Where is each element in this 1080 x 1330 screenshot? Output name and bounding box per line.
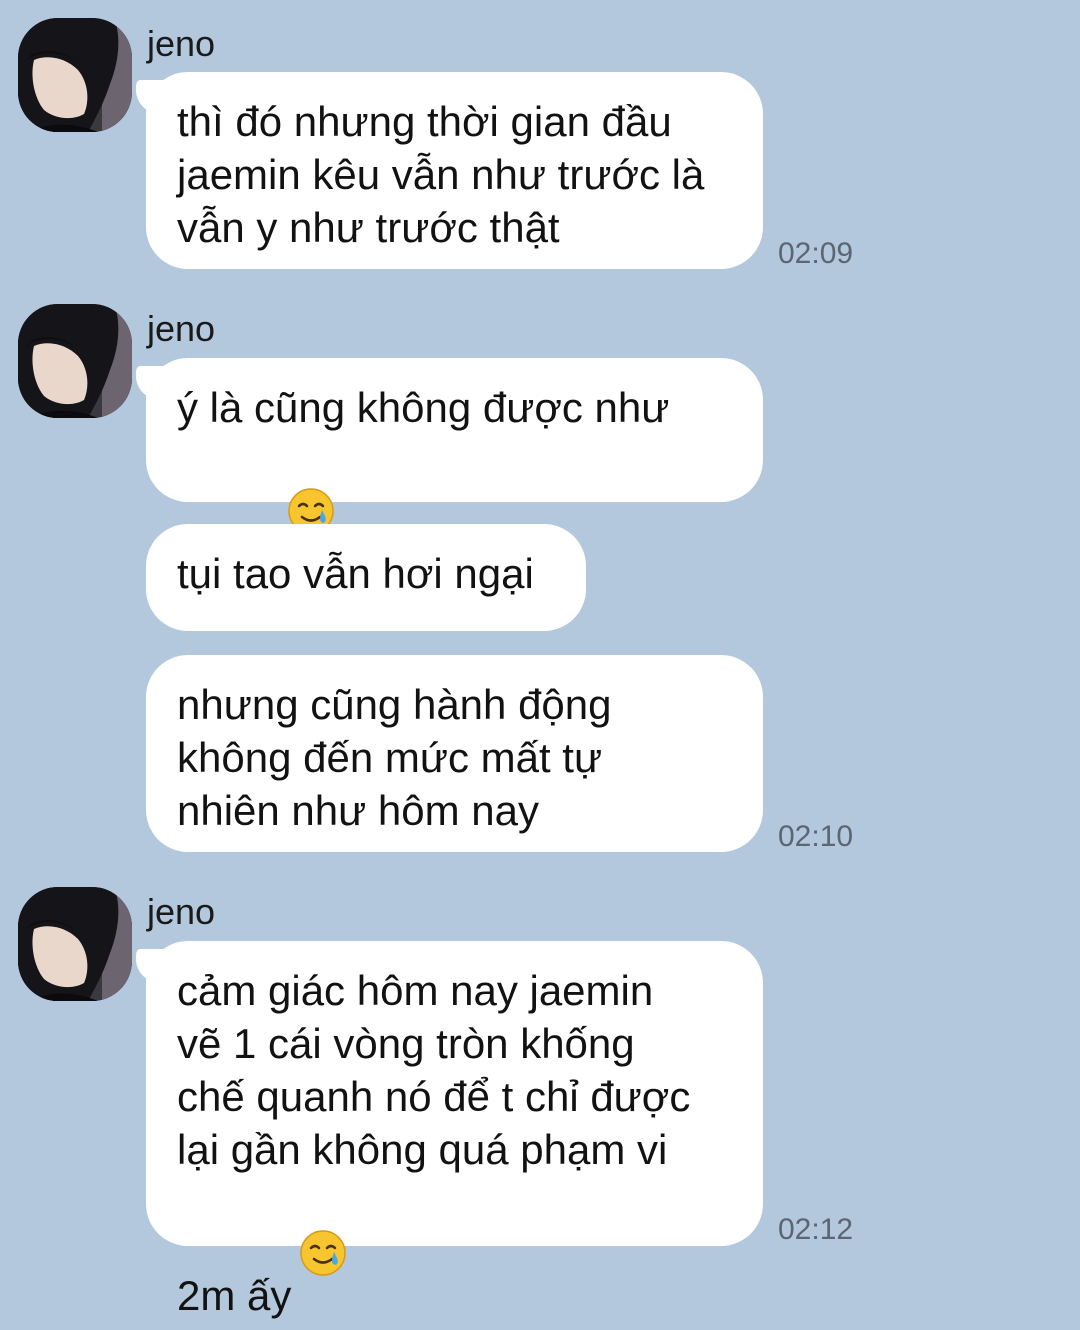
smiling-face-with-tear-icon: [287, 434, 335, 534]
message-timestamp: 02:10: [778, 820, 854, 853]
sender-name: jeno: [147, 308, 216, 349]
message-text: cảm giác hôm nay jaemin vẽ 1 cái vòng tr…: [177, 967, 691, 1319]
avatar[interactable]: [18, 304, 132, 418]
message-text: thì đó nhưng thời gian đầu jaemin kêu vẫ…: [177, 98, 705, 251]
message-timestamp: 02:12: [778, 1213, 854, 1246]
message-text: tụi tao vẫn hơi ngại: [177, 550, 534, 597]
message-bubble[interactable]: ý là cũng không được như trước: [146, 358, 763, 577]
sender-name: jeno: [147, 891, 216, 932]
message-bubble[interactable]: tụi tao vẫn hơi ngại: [146, 524, 586, 631]
message-text: nhưng cũng hành động không đến mức mất t…: [177, 681, 612, 834]
message-bubble[interactable]: nhưng cũng hành động không đến mức mất t…: [146, 655, 763, 852]
avatar[interactable]: [18, 887, 132, 1001]
message-timestamp: 02:09: [778, 237, 854, 270]
message-bubble[interactable]: cảm giác hôm nay jaemin vẽ 1 cái vòng tr…: [146, 941, 763, 1319]
avatar[interactable]: [18, 18, 132, 132]
message-bubble[interactable]: thì đó nhưng thời gian đầu jaemin kêu vẫ…: [146, 72, 763, 269]
smiling-face-with-tear-icon: [299, 1176, 347, 1276]
sender-name: jeno: [147, 23, 216, 64]
